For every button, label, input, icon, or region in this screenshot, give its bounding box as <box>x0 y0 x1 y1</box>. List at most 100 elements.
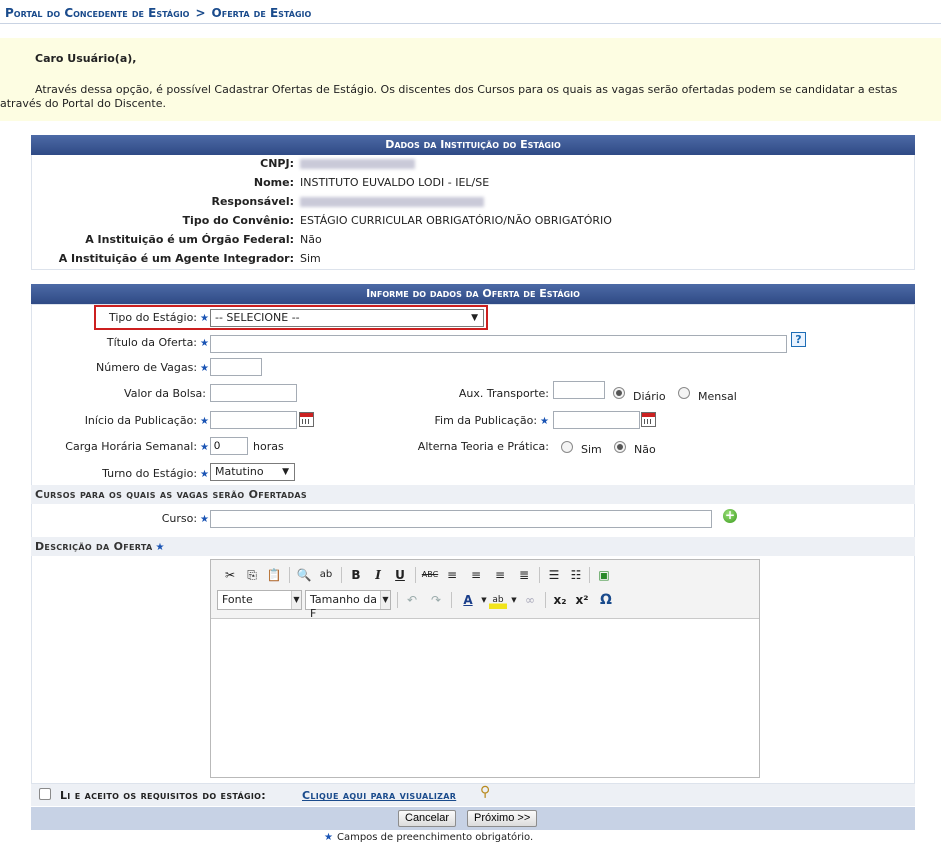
editor-toolbar-row2: Fonte ▼ Tamanho da F ▼ ↶ ↷ A ▼ ab ▼ ∞ x₂ x… <box>217 589 757 620</box>
align-justify-icon[interactable]: ≣ <box>515 566 533 584</box>
notice-message: Através dessa opção, é possível Cadastra… <box>0 83 898 110</box>
nome-label: Nome: <box>253 176 294 189</box>
inicio-publicacao-input[interactable] <box>210 411 297 429</box>
radio-diario-label: Diário <box>633 390 666 403</box>
tipo-estagio-select[interactable]: -- SELECIONE -- ▼ <box>210 309 484 327</box>
bold-icon[interactable]: B <box>347 566 365 584</box>
descricao-section-header: Descrição da Oferta ★ <box>31 537 915 556</box>
link-icon[interactable]: ∞ <box>521 591 539 609</box>
aux-transporte-label: Aux. Transporte: <box>458 387 549 400</box>
chevron-down-icon: ▼ <box>380 591 390 609</box>
aux-transporte-input[interactable] <box>553 381 605 399</box>
radio-diario[interactable] <box>613 387 625 399</box>
responsavel-value <box>300 193 484 211</box>
radio-sim[interactable] <box>561 441 573 453</box>
radio-mensal[interactable] <box>678 387 690 399</box>
required-footnote: ★ Campos de preenchimento obrigatório. <box>324 832 534 843</box>
terms-checkbox[interactable] <box>39 788 51 800</box>
breadcrumb: Portal do Concedente de Estágio > Oferta d… <box>0 0 941 24</box>
radio-nao-label: Não <box>634 443 656 456</box>
titulo-input[interactable] <box>210 335 787 353</box>
terms-link[interactable]: Clique aqui para visualizar <box>302 789 456 802</box>
paste-icon[interactable]: 📋 <box>265 566 283 584</box>
carga-horaria-unit: horas <box>253 440 284 453</box>
notice-greeting: Caro Usuário(a), <box>35 52 137 65</box>
orgao-federal-value: Não <box>300 233 322 246</box>
nome-value: INSTITUTO EUVALDO LODI - IEL/SE <box>300 176 490 189</box>
breadcrumb-separator: > <box>195 6 206 20</box>
convenio-label: Tipo do Convênio: <box>182 214 294 227</box>
font-size-select[interactable]: Tamanho da F ▼ <box>305 590 391 620</box>
subscript-icon[interactable]: x₂ <box>551 591 569 609</box>
curso-label: Curso: ★ <box>161 512 209 525</box>
responsavel-label: Responsável: <box>211 195 294 208</box>
terms-row: Li e aceito os requisitos do estágio: Cl… <box>31 784 915 806</box>
copy-icon[interactable]: ⎘ <box>243 566 261 584</box>
italic-icon[interactable]: I <box>369 566 387 584</box>
numbered-list-icon[interactable]: ☷ <box>567 566 585 584</box>
radio-sim-label: Sim <box>581 443 602 456</box>
cut-icon[interactable]: ✂ <box>221 566 239 584</box>
chevron-down-icon: ▼ <box>291 591 301 609</box>
rich-text-editor: ✂ ⎘ 📋 🔍 ab B I U ABC ≡ ≡ ≡ ≣ ☰ ☷ ▣ Fonte… <box>210 559 760 778</box>
strikethrough-icon[interactable]: ABC <box>421 566 439 584</box>
carga-horaria-label: Carga Horária Semanal: ★ <box>65 440 209 453</box>
cnpj-label: CNPJ: <box>260 157 294 170</box>
calendar-icon[interactable] <box>299 412 314 427</box>
bullet-list-icon[interactable]: ☰ <box>545 566 563 584</box>
terms-label: Li e aceito os requisitos do estágio: <box>60 789 266 802</box>
calendar-icon[interactable] <box>641 412 656 427</box>
cancel-button[interactable]: Cancelar <box>398 810 457 827</box>
radio-nao[interactable] <box>614 441 626 453</box>
vagas-label: Número de Vagas: ★ <box>96 361 209 374</box>
superscript-icon[interactable]: x² <box>573 591 591 609</box>
agente-integrador-value: Sim <box>300 252 321 265</box>
titulo-label: Título da Oferta: ★ <box>106 336 209 349</box>
font-select[interactable]: Fonte ▼ <box>217 590 302 610</box>
fim-publicacao-input[interactable] <box>553 411 640 429</box>
chevron-down-icon: ▼ <box>282 467 289 477</box>
breadcrumb-current: Oferta de Estágio <box>211 6 312 20</box>
info-notice: Caro Usuário(a), Através dessa opção, é … <box>0 38 941 121</box>
description-editor-area[interactable] <box>211 618 759 777</box>
inicio-publicacao-label: Início da Publicação: ★ <box>84 414 209 427</box>
bolsa-label: Valor da Bolsa: <box>124 387 206 400</box>
convenio-value: ESTÁGIO CURRICULAR OBRIGATÓRIO/NÃO OBRIG… <box>300 214 612 227</box>
undo-icon[interactable]: ↶ <box>403 591 421 609</box>
add-icon[interactable]: + <box>723 509 737 523</box>
curso-input[interactable] <box>210 510 712 528</box>
omega-icon[interactable]: Ω <box>597 591 615 609</box>
redo-icon[interactable]: ↷ <box>427 591 445 609</box>
cursos-section-header: Cursos para os quais as vagas serão Ofer… <box>31 485 915 504</box>
magnifier-icon[interactable]: ⚲ <box>480 784 490 800</box>
editor-toolbar-row1: ✂ ⎘ 📋 🔍 ab B I U ABC ≡ ≡ ≡ ≣ ☰ ☷ ▣ <box>217 564 757 586</box>
info-cnpj: CNPJ: <box>32 155 294 173</box>
form-header: Informe do dados da Oferta de Estágio <box>31 284 915 304</box>
radio-mensal-label: Mensal <box>698 390 737 403</box>
fim-publicacao-label: Fim da Publicação: ★ <box>434 414 549 427</box>
align-center-icon[interactable]: ≡ <box>467 566 485 584</box>
orgao-federal-label: A Instituição é um Órgão Federal: <box>85 233 294 246</box>
find-icon[interactable]: 🔍 <box>295 566 313 584</box>
image-icon[interactable]: ▣ <box>595 566 613 584</box>
breadcrumb-portal[interactable]: Portal do Concedente de Estágio <box>5 6 189 20</box>
chevron-down-icon: ▼ <box>471 313 478 323</box>
align-right-icon[interactable]: ≡ <box>491 566 509 584</box>
bolsa-input[interactable] <box>210 384 297 402</box>
institution-header: Dados da Instituição do Estágio <box>31 135 915 155</box>
turno-label: Turno do Estágio: ★ <box>102 467 209 480</box>
tipo-estagio-label: Tipo do Estágio: ★ <box>108 311 209 324</box>
agente-integrador-label: A Instituição é um Agente Integrador: <box>58 252 294 265</box>
cnpj-value <box>300 155 415 173</box>
align-left-icon[interactable]: ≡ <box>443 566 461 584</box>
vagas-input[interactable] <box>210 358 262 376</box>
turno-select[interactable]: Matutino ▼ <box>210 463 295 481</box>
institution-panel: CNPJ: Nome: INSTITUTO EUVALDO LODI - IEL… <box>31 155 915 270</box>
help-icon[interactable]: ? <box>791 332 806 347</box>
underline-icon[interactable]: U <box>391 566 409 584</box>
next-button[interactable]: Próximo >> <box>467 810 538 827</box>
carga-horaria-input[interactable] <box>210 437 248 455</box>
alterna-teoria-label: Alterna Teoria e Prática: <box>417 440 549 453</box>
action-bar: Cancelar Próximo >> <box>31 807 915 830</box>
replace-icon[interactable]: ab <box>317 566 335 584</box>
